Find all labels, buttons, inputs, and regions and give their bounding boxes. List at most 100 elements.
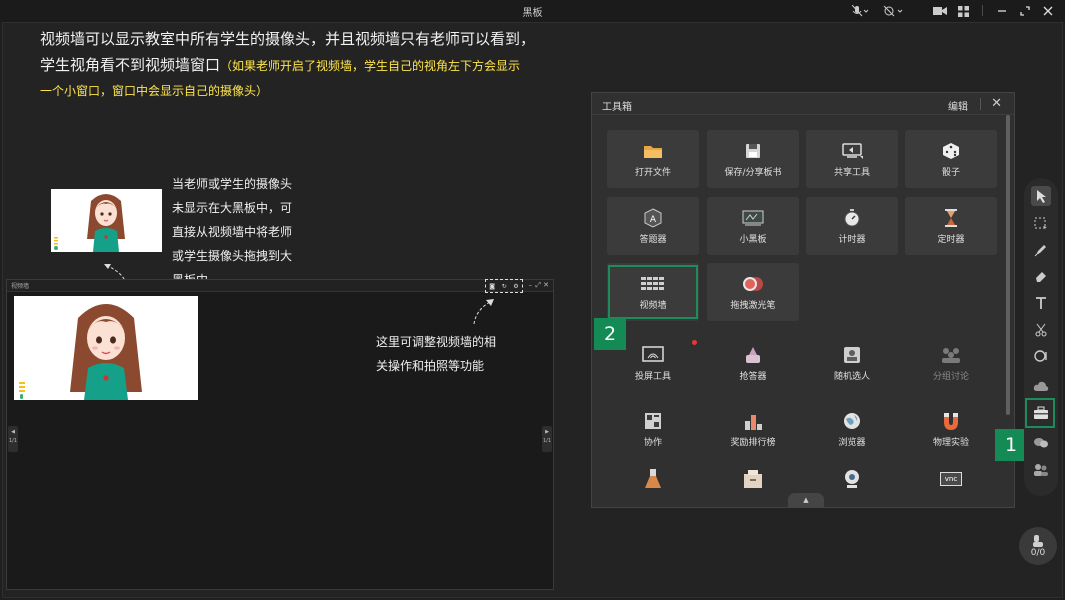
student-camera-tile[interactable]: [14, 296, 198, 400]
video-wall-restore-icon[interactable]: ⤢: [535, 281, 541, 290]
shape-icon[interactable]: [1031, 346, 1051, 366]
notification-dot: [692, 340, 697, 345]
tool-label: 物理实验: [932, 438, 969, 448]
counter-value: 0/0: [1030, 548, 1046, 558]
close-icon[interactable]: [1041, 3, 1055, 19]
group-discuss-icon: [940, 344, 962, 366]
toolbox-header: 工具箱 编辑 ✕: [592, 93, 1014, 115]
tool-label: 保存/分享板书: [724, 168, 782, 178]
intro-line-3: 一个小窗口，窗口中会显示自己的摄像头）: [40, 84, 269, 98]
video-wall-close-icon[interactable]: ✕: [543, 281, 549, 289]
tool-open-file[interactable]: 打开文件: [607, 130, 699, 188]
intro-line-2: 学生视角看不到视频墙窗口（如果老师开启了视频墙，学生自己的视角左下方会显示: [40, 52, 580, 79]
video-wall-header[interactable]: 视频墙 ◙ ↻ ⚙ – ⤢ ✕: [7, 279, 553, 293]
share-screen-icon: [841, 140, 863, 162]
intro-line-2-yellow: （如果老师开启了视频墙，学生自己的视角左下方会显示: [220, 59, 521, 73]
browser-icon: [842, 410, 862, 432]
hand-raise-icon: [1033, 535, 1043, 547]
chevron-right-icon: ▶: [545, 429, 549, 435]
toolbox-scrollbar[interactable]: [1006, 115, 1010, 415]
camera-icon[interactable]: [932, 3, 948, 19]
grid-layout-icon[interactable]: [956, 3, 970, 19]
pen-icon[interactable]: [1031, 240, 1051, 260]
tool-label: 计时器: [838, 235, 866, 245]
tool-random-pick[interactable]: 随机选人: [806, 334, 898, 392]
drawing-tool-rail: [1024, 178, 1058, 496]
tool-archive[interactable]: [707, 468, 799, 508]
tool-label: 浏览器: [838, 438, 866, 448]
tool-browser[interactable]: 浏览器: [806, 400, 898, 458]
tool-answer[interactable]: A 答题器: [607, 197, 699, 255]
tool-laser-pen[interactable]: 拖拽激光笔: [707, 263, 799, 321]
chat-icon[interactable]: [1031, 433, 1051, 453]
video-wall-highlight: [608, 265, 698, 319]
leaderboard-icon: [743, 410, 763, 432]
tool-label: 打开文件: [634, 168, 671, 178]
toolbox-collapse-tab[interactable]: ▲: [788, 493, 824, 507]
toolbox-rail-highlight: [1025, 398, 1055, 428]
dice-icon: [942, 140, 960, 162]
title-bar: 黑板: [0, 0, 1065, 22]
cast-icon: [642, 344, 664, 366]
magnet-icon: [941, 410, 961, 432]
tool-hourglass[interactable]: 定时器: [905, 197, 997, 255]
text-icon[interactable]: [1031, 293, 1051, 313]
eraser-icon[interactable]: [1031, 266, 1051, 286]
step-badge-2: 2: [594, 318, 626, 350]
minimize-icon[interactable]: [995, 3, 1009, 19]
tool-share-tools[interactable]: 共享工具: [806, 130, 898, 188]
microphone-mute-icon[interactable]: [848, 3, 874, 19]
tool-physics-lab[interactable]: 物理实验: [905, 400, 997, 458]
toolbox-close-icon[interactable]: ✕: [991, 96, 1002, 111]
tool-dice[interactable]: 骰子: [905, 130, 997, 188]
pointer-icon[interactable]: [1031, 186, 1051, 206]
restore-icon[interactable]: [1018, 3, 1032, 19]
video-wall-prev-page[interactable]: ◀ 1/1: [8, 426, 18, 452]
toolbox-title: 工具箱: [602, 102, 632, 113]
hand-raise-counter[interactable]: 0/0: [1019, 527, 1057, 565]
drag-tip-caption: 当老师或学生的摄像头 未显示在大黑板中，可 直接从视频墙中将老师 或学生摄像头拖…: [172, 172, 312, 292]
cloud-icon[interactable]: [1031, 376, 1051, 396]
tool-buzzer[interactable]: 抢答器: [707, 334, 799, 392]
intro-line-2-white: 学生视角看不到视频墙窗口: [40, 56, 221, 74]
select-area-icon[interactable]: [1031, 214, 1051, 234]
random-pick-icon: [843, 344, 861, 366]
tool-save-share[interactable]: 保存/分享板书: [707, 130, 799, 188]
snapshot-icon[interactable]: ◙: [489, 283, 495, 290]
video-wall-next-page[interactable]: ▶ 1/1: [542, 426, 552, 452]
tool-leaderboard[interactable]: 奖励排行榜: [707, 400, 799, 458]
video-wall-controls: ◙ ↻ ⚙: [485, 279, 523, 293]
toolbox-panel[interactable]: 工具箱 编辑 ✕ 打开文件 保存/分享板书 共享工具 骰子 A 答题器 小黑板 …: [591, 92, 1015, 508]
tool-stopwatch[interactable]: 计时器: [806, 197, 898, 255]
tool-label: 奖励排行榜: [730, 438, 776, 448]
tool-label: 抢答器: [739, 372, 767, 382]
settings-icon[interactable]: ⚙: [513, 283, 518, 290]
svg-text:A: A: [650, 215, 657, 225]
avatar-illustration-large: [14, 296, 198, 400]
tool-chemistry[interactable]: [607, 468, 699, 508]
caption-line: 或学生摄像头拖拽到大: [172, 249, 293, 263]
toolbox-edit-button[interactable]: 编辑: [948, 98, 968, 113]
answer-icon: A: [644, 207, 662, 229]
tool-vnc[interactable]: vnc: [905, 468, 997, 508]
tool-label: 分组讨论: [932, 372, 969, 382]
refresh-icon[interactable]: ↻: [502, 283, 507, 290]
caption-line: 这里可调整视频墙的相: [376, 335, 497, 349]
tool-label: 骰子: [941, 168, 960, 178]
tool-label: 协作: [643, 438, 662, 448]
buzzer-icon: [743, 344, 763, 366]
tool-label: 随机选人: [833, 372, 870, 382]
scissors-icon[interactable]: [1031, 320, 1051, 340]
users-icon[interactable]: [1031, 460, 1051, 480]
tool-group-discuss[interactable]: 分组讨论: [905, 334, 997, 392]
video-wall-minimize-icon[interactable]: –: [529, 281, 533, 289]
tool-label: 定时器: [937, 235, 965, 245]
caption-line: 直接从视频墙中将老师: [172, 225, 293, 239]
step-badge-1: 1: [995, 429, 1027, 461]
tool-label: 小黑板: [739, 235, 767, 245]
tool-small-board[interactable]: 小黑板: [707, 197, 799, 255]
speaker-mute-icon[interactable]: [880, 3, 908, 19]
caption-line: 关操作和拍照等功能: [376, 359, 485, 373]
tool-collab[interactable]: 协作: [607, 400, 699, 458]
tool-label: 投屏工具: [634, 372, 671, 382]
